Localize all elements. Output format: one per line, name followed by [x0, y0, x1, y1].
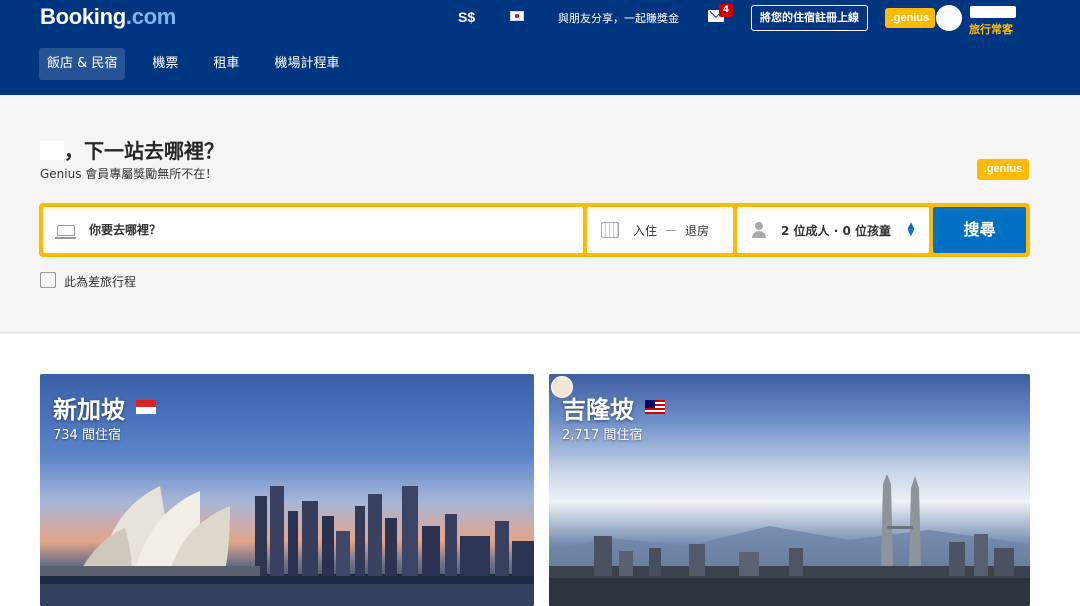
- user-name-redacted[interactable]: [970, 6, 1016, 18]
- register-property-button[interactable]: 將您的住宿註冊上線: [751, 5, 868, 31]
- name-redaction: [40, 141, 64, 160]
- user-level[interactable]: 旅行常客: [969, 21, 1013, 37]
- destinations-section: 新加坡 734 間住宿 吉隆坡 2,717 間住宿: [0, 334, 1080, 606]
- singapore-skyline-image: [40, 486, 534, 606]
- tab-airport-taxis[interactable]: 機場計程車: [266, 48, 347, 80]
- kuala-lumpur-skyline-image: [549, 474, 1030, 606]
- currency-selector[interactable]: S$: [458, 9, 475, 25]
- search-button[interactable]: 搜尋: [933, 207, 1026, 253]
- product-nav: 飯店 & 民宿 機票 租車 機場計程車: [39, 48, 366, 80]
- guests-summary[interactable]: 2 位成人 · 0 位孩童: [781, 222, 891, 239]
- checkout-label[interactable]: 退房: [685, 222, 709, 239]
- date-separator: —: [665, 223, 678, 237]
- tab-car-rentals[interactable]: 租車: [205, 48, 247, 80]
- genius-logo: .genius: [977, 159, 1029, 180]
- inbox-count-badge: 4: [719, 4, 733, 17]
- tab-flights[interactable]: 機票: [144, 48, 186, 80]
- person-icon: [751, 222, 767, 238]
- language-flag-icon[interactable]: [510, 11, 524, 21]
- singapore-flag-icon: [136, 400, 156, 414]
- checkin-label[interactable]: 入住: [633, 222, 657, 239]
- city-name: 新加坡: [53, 396, 125, 424]
- malaysia-flag-icon: [645, 400, 665, 414]
- search-section: ，下一站去哪裡？ Genius 會員專屬獎勵無所不在！ .genius 入住 —…: [0, 95, 1080, 333]
- genius-badge[interactable]: .genius: [885, 8, 935, 28]
- bed-icon: [55, 224, 76, 239]
- city-name: 吉隆坡: [562, 396, 634, 424]
- business-trip-checkbox[interactable]: [40, 272, 56, 288]
- site-header: Booking.com S$ 與朋友分享，一起賺獎金 4 將您的住宿註冊上線 .…: [0, 0, 1080, 95]
- user-avatar[interactable]: [936, 5, 962, 31]
- destination-card-singapore[interactable]: 新加坡 734 間住宿: [40, 374, 534, 606]
- date-field[interactable]: 入住 — 退房: [587, 207, 733, 253]
- guests-field[interactable]: 2 位成人 · 0 位孩童 ▲ ▼: [737, 207, 929, 253]
- calendar-icon: [601, 222, 619, 238]
- destination-card-kuala-lumpur[interactable]: 吉隆坡 2,717 間住宿: [549, 374, 1030, 606]
- booking-logo[interactable]: Booking.com: [40, 4, 176, 30]
- referral-link[interactable]: 與朋友分享，一起賺獎金: [558, 10, 679, 26]
- page-subtitle: Genius 會員專屬獎勵無所不在！: [40, 167, 218, 181]
- property-count: 2,717 間住宿: [562, 428, 643, 443]
- destination-field[interactable]: [43, 207, 583, 253]
- property-count: 734 間住宿: [53, 428, 121, 443]
- business-trip-label[interactable]: 此為差旅行程: [64, 273, 136, 290]
- destination-input[interactable]: [89, 223, 489, 237]
- tab-stays[interactable]: 飯店 & 民宿: [39, 48, 126, 80]
- chevron-up-down-icon[interactable]: ▲ ▼: [907, 222, 915, 238]
- search-bar: 入住 — 退房 2 位成人 · 0 位孩童 ▲▼ 搜尋: [39, 203, 1030, 257]
- page-title: ，下一站去哪裡？: [64, 139, 224, 163]
